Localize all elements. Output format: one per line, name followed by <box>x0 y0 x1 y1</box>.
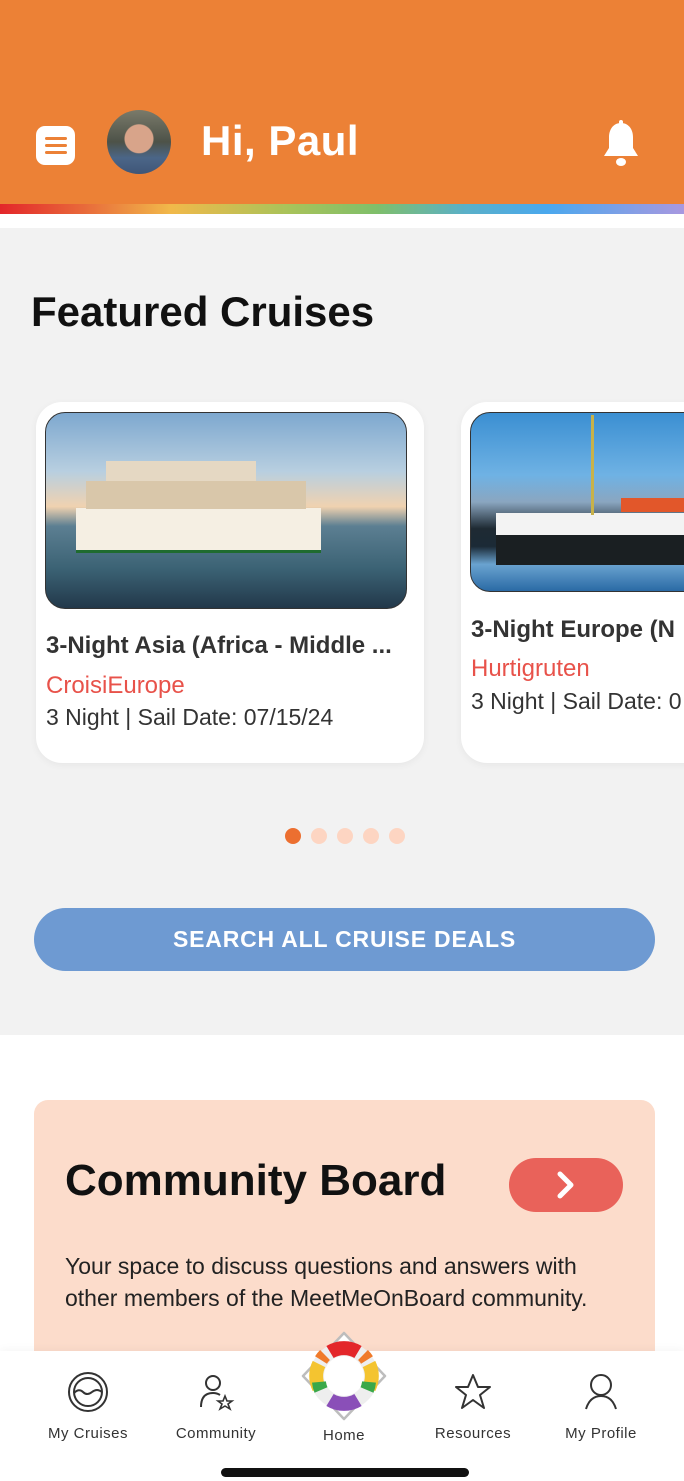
search-all-cruise-deals-button[interactable]: SEARCH ALL CRUISE DEALS <box>34 908 655 971</box>
star-icon <box>455 1374 491 1409</box>
pagination-dot[interactable] <box>311 828 327 844</box>
pagination-dot[interactable] <box>285 828 301 844</box>
pagination-dot[interactable] <box>363 828 379 844</box>
tab-my-cruises[interactable]: My Cruises <box>28 1371 148 1442</box>
cruise-meta: 3 Night | Sail Date: 0 <box>471 688 682 714</box>
pagination-dot[interactable] <box>337 828 353 844</box>
cruise-image <box>45 412 407 609</box>
avatar[interactable] <box>107 110 171 174</box>
person-star-icon <box>200 1375 235 1411</box>
header: Hi, Paul <box>0 0 684 204</box>
tab-home[interactable]: Home <box>284 1427 404 1444</box>
cruise-title: 3-Night Asia (Africa - Middle ... <box>46 632 392 659</box>
cruise-card[interactable]: 3-Night Asia (Africa - Middle ... Croisi… <box>36 402 424 763</box>
rainbow-lifebuoy-icon[interactable] <box>300 1330 388 1422</box>
person-icon <box>585 1374 617 1410</box>
cruise-title: 3-Night Europe (N <box>471 616 675 643</box>
tab-label: My Profile <box>565 1425 637 1442</box>
community-board-description: Your space to discuss questions and answ… <box>65 1253 588 1311</box>
tab-community[interactable]: Community <box>156 1371 276 1442</box>
rainbow-divider <box>0 204 684 214</box>
tab-label: Resources <box>434 1425 512 1442</box>
cruise-meta: 3 Night | Sail Date: 07/15/24 <box>46 704 334 730</box>
community-go-button[interactable] <box>509 1158 623 1212</box>
cruise-line: Hurtigruten <box>471 655 590 682</box>
community-board-title: Community Board <box>65 1156 447 1205</box>
cruise-card[interactable]: 3-Night Europe (N Hurtigruten 3 Night | … <box>461 402 684 763</box>
cruise-line: CroisiEurope <box>46 672 185 699</box>
tab-label: Community <box>175 1425 257 1442</box>
bell-icon[interactable] <box>600 120 642 168</box>
featured-cruises-title: Featured Cruises <box>31 288 375 335</box>
tab-resources[interactable]: Resources <box>413 1371 533 1442</box>
carousel-pagination <box>285 828 405 844</box>
app-screen: Hi, Paul Featured Cruises 3-Night Asia (… <box>0 0 684 1481</box>
porthole-icon <box>68 1372 108 1412</box>
home-indicator <box>221 1468 469 1477</box>
tab-label: My Cruises <box>47 1425 128 1442</box>
tab-my-profile[interactable]: My Profile <box>541 1371 661 1442</box>
chevron-right-icon <box>557 1171 574 1199</box>
greeting-title: Hi, Paul <box>201 117 360 164</box>
pagination-dot[interactable] <box>389 828 405 844</box>
cruise-image <box>470 412 684 592</box>
hamburger-menu-icon[interactable] <box>36 126 75 165</box>
